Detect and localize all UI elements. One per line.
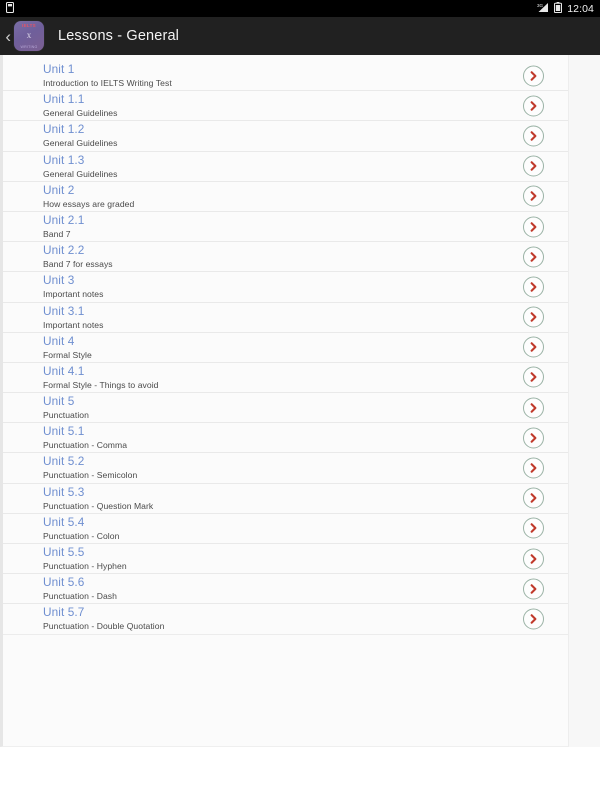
lesson-title: Unit 1 [43,62,75,76]
lesson-open-arrow-button[interactable] [523,517,544,539]
lesson-open-arrow-button[interactable] [523,306,544,328]
lesson-row[interactable]: Unit 2 How essays are graded [3,182,568,212]
lesson-title: Unit 5.2 [43,454,85,469]
lesson-title: Unit 3 [43,273,75,288]
app-icon-bottom-text: WRITING [20,45,38,49]
lesson-title: Unit 2.1 [43,212,85,227]
lesson-subtitle: Punctuation [43,410,89,421]
lesson-title: Unit 3.1 [43,303,85,318]
lesson-open-arrow-button[interactable] [523,185,544,207]
lesson-subtitle: Introduction to IELTS Writing Test [43,78,172,88]
lesson-title: Unit 5.1 [43,424,85,439]
app-bar: ‹ IELTS x WRITING Lessons - General [0,17,600,55]
page-title: Lessons - General [58,28,180,44]
lesson-open-arrow-button[interactable] [523,457,544,479]
lesson-row[interactable]: Unit 4 Formal Style [3,333,568,363]
lesson-row[interactable]: Unit 5.1 Punctuation - Comma [3,423,568,454]
lesson-title: Unit 1.3 [43,152,85,167]
panel-right-gutter [569,55,600,747]
lesson-subtitle: Punctuation - Colon [43,530,120,541]
lesson-row[interactable]: Unit 5.7 Punctuation - Double Quotation [3,604,568,635]
lesson-row[interactable]: Unit 5.4 Punctuation - Colon [3,514,568,544]
svg-text:3G: 3G [537,3,544,8]
lesson-row[interactable]: Unit 1 Introduction to IELTS Writing Test [3,61,568,92]
lesson-subtitle: Band 7 [43,228,71,239]
lesson-title: Unit 5.6 [43,575,85,590]
lesson-subtitle: Formal Style - Things to avoid [43,379,159,390]
sim-card-icon [5,0,15,18]
app-icon-glyph: x [26,30,32,40]
lesson-subtitle: Formal Style [43,349,92,360]
lesson-title: Unit 5.5 [43,545,85,559]
lesson-subtitle: Punctuation - Dash [43,591,117,602]
lesson-row[interactable]: Unit 5.2 Punctuation - Semicolon [3,453,568,484]
lesson-open-arrow-button[interactable] [523,276,544,298]
lesson-row[interactable]: Unit 3 Important notes [3,272,568,303]
ielts-app-icon[interactable]: IELTS x WRITING [14,21,44,51]
status-bar-clock: 12:04 [567,2,594,15]
lesson-subtitle: Punctuation - Question Mark [43,500,154,511]
lesson-open-arrow-button[interactable] [523,578,544,600]
lesson-row[interactable]: Unit 5.6 Punctuation - Dash [3,574,568,605]
lesson-row[interactable]: Unit 2.2 Band 7 for essays [3,242,568,273]
lesson-open-arrow-button[interactable] [523,427,544,449]
lesson-subtitle: Band 7 for essays [43,259,113,270]
lesson-subtitle: How essays are graded [43,198,135,209]
lesson-title: Unit 1.1 [43,92,85,107]
lesson-title: Unit 5 [43,394,75,409]
lesson-open-arrow-button[interactable] [523,366,544,388]
lesson-row[interactable]: Unit 3.1 Important notes [3,303,568,333]
lesson-subtitle: Important notes [43,319,104,330]
lesson-row[interactable]: Unit 1.3 General Guidelines [3,152,568,182]
lesson-subtitle: Important notes [43,289,104,300]
app-icon-top-text: IELTS [22,23,36,28]
lesson-title: Unit 5.7 [43,605,85,620]
content-area: Unit 1 Introduction to IELTS Writing Test… [0,55,600,800]
lesson-open-arrow-button[interactable] [523,216,544,238]
lesson-subtitle: General Guidelines [43,168,118,179]
signal-cellular-icon: 3G [537,0,549,18]
lesson-row[interactable]: Unit 5 Punctuation [3,393,568,424]
lesson-subtitle: Punctuation - Semicolon [43,470,138,481]
lesson-subtitle: General Guidelines [43,138,118,149]
lesson-open-arrow-button[interactable] [523,336,544,358]
lesson-subtitle: Punctuation - Comma [43,440,128,451]
lesson-open-arrow-button[interactable] [523,95,544,117]
lesson-open-arrow-button[interactable] [523,608,544,630]
lesson-open-arrow-button[interactable] [523,155,544,177]
lesson-row[interactable]: Unit 1.1 General Guidelines [3,91,568,122]
lesson-row[interactable]: Unit 5.3 Punctuation - Question Mark [3,484,568,514]
lesson-row[interactable]: Unit 1.2 General Guidelines [3,121,568,152]
status-bar-left-icons [5,0,15,18]
lesson-title: Unit 2.2 [43,243,85,258]
lesson-title: Unit 5.3 [43,484,85,499]
lesson-title: Unit 2 [43,182,75,197]
back-chevron-icon[interactable]: ‹ [0,28,13,45]
lesson-title: Unit 1.2 [43,122,85,137]
lesson-subtitle: Punctuation - Hyphen [43,561,127,571]
lesson-row[interactable]: Unit 4.1 Formal Style - Things to avoid [3,363,568,394]
lesson-open-arrow-button[interactable] [523,397,544,419]
lesson-title: Unit 4.1 [43,363,85,378]
lesson-title: Unit 4 [43,333,75,348]
lesson-subtitle: General Guidelines [43,108,118,119]
status-bar: 3G 12:04 [0,0,600,17]
lessons-panel: Unit 1 Introduction to IELTS Writing Test… [0,55,569,747]
lesson-row[interactable]: Unit 5.5 Punctuation - Hyphen [3,544,568,575]
lesson-subtitle: Punctuation - Double Quotation [43,621,165,632]
lesson-open-arrow-button[interactable] [523,548,544,570]
lesson-open-arrow-button[interactable] [523,125,544,147]
lesson-open-arrow-button[interactable] [523,65,544,87]
lesson-title: Unit 5.4 [43,514,85,529]
status-bar-right-icons: 3G 12:04 [537,0,594,18]
lessons-list[interactable]: Unit 1 Introduction to IELTS Writing Test… [3,61,568,635]
lesson-row[interactable]: Unit 2.1 Band 7 [3,212,568,243]
lesson-open-arrow-button[interactable] [523,246,544,268]
battery-icon [554,0,563,18]
lesson-open-arrow-button[interactable] [523,487,544,509]
